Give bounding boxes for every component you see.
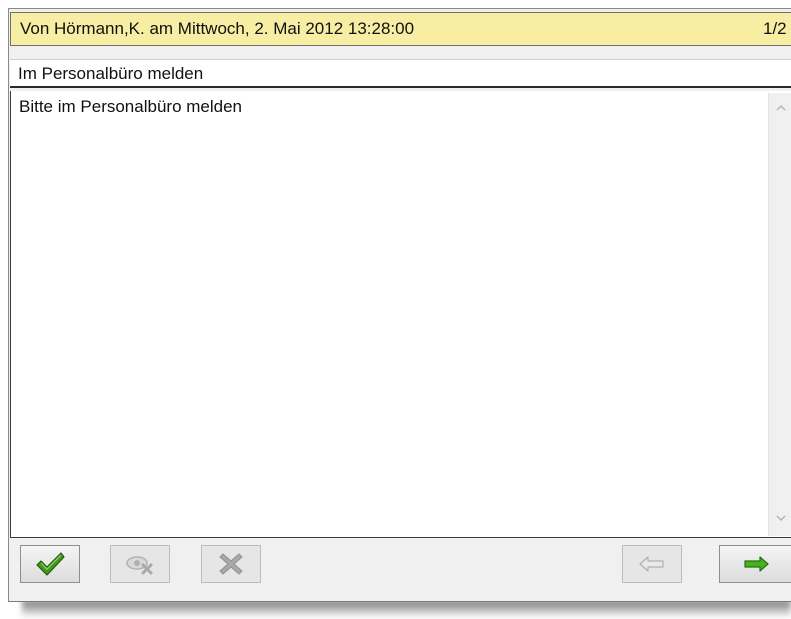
next-message-button[interactable]: [719, 545, 791, 583]
body-text: Bitte im Personalbüro melden: [19, 97, 243, 116]
vertical-scrollbar[interactable]: [768, 93, 791, 536]
window-shadow: [22, 600, 791, 618]
message-header: Von Hörmann,K. am Mittwoch, 2. Mai 2012 …: [10, 12, 791, 46]
scroll-up-icon[interactable]: [774, 101, 788, 115]
accept-button[interactable]: [20, 545, 80, 583]
page-indicator: 1/2: [763, 19, 787, 38]
screen: Von Hörmann,K. am Mittwoch, 2. Mai 2012 …: [0, 0, 791, 619]
checkmark-icon: [36, 552, 65, 576]
arrow-left-icon: [639, 556, 664, 572]
delete-x-icon: [219, 553, 243, 575]
subject-field: Im Personalbüro melden: [10, 59, 791, 88]
sender-line: Von Hörmann,K. am Mittwoch, 2. Mai 2012 …: [20, 19, 415, 38]
arrow-right-icon: [743, 556, 769, 572]
message-body[interactable]: Bitte im Personalbüro melden: [10, 91, 791, 538]
delete-button[interactable]: [201, 545, 261, 583]
eye-hide-icon: [126, 556, 153, 575]
hide-button[interactable]: [110, 545, 170, 583]
scroll-down-icon[interactable]: [774, 511, 788, 525]
previous-message-button[interactable]: [622, 545, 682, 583]
action-toolbar: [10, 543, 791, 587]
